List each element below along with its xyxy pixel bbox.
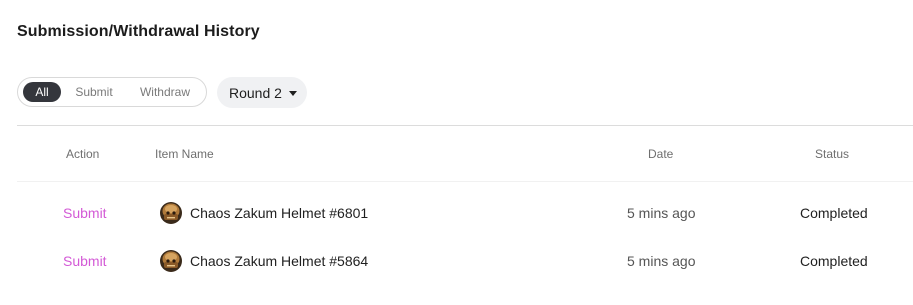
row-date: 5 mins ago <box>627 253 696 269</box>
row-action-link[interactable]: Submit <box>63 241 107 281</box>
column-header-status: Status <box>815 147 850 161</box>
caret-down-icon <box>288 90 297 96</box>
row-item-name-text: Chaos Zakum Helmet #6801 <box>190 205 369 221</box>
page-title: Submission/Withdrawal History <box>17 23 260 40</box>
row-status: Completed <box>800 253 868 269</box>
row-item-name-text: Chaos Zakum Helmet #5864 <box>190 253 369 269</box>
column-header-date: Date <box>648 147 674 161</box>
row-item-name: Chaos Zakum Helmet #5864 <box>159 241 368 281</box>
tab-submit[interactable]: Submit <box>61 82 127 102</box>
table-row: Submit Chaos Zakum Helmet #6801 5 mins a… <box>0 193 913 233</box>
table-row: Submit Chaos Zakum Helmet #5864 5 mins a… <box>0 241 913 281</box>
helmet-icon <box>160 202 182 224</box>
header-divider <box>17 181 913 182</box>
section-divider <box>17 125 913 126</box>
column-header-item-name: Item Name <box>155 147 214 161</box>
row-action-link[interactable]: Submit <box>63 193 107 233</box>
column-header-action: Action <box>66 147 100 161</box>
round-dropdown[interactable]: Round 2 <box>217 77 307 108</box>
type-filter-segmented-control: All Submit Withdraw <box>17 77 207 107</box>
helmet-icon <box>160 250 182 272</box>
row-status: Completed <box>800 205 868 221</box>
row-date: 5 mins ago <box>627 205 696 221</box>
tab-all[interactable]: All <box>23 82 61 102</box>
round-dropdown-label: Round 2 <box>229 84 282 101</box>
row-item-name: Chaos Zakum Helmet #6801 <box>159 193 368 233</box>
tab-withdraw[interactable]: Withdraw <box>127 82 203 102</box>
